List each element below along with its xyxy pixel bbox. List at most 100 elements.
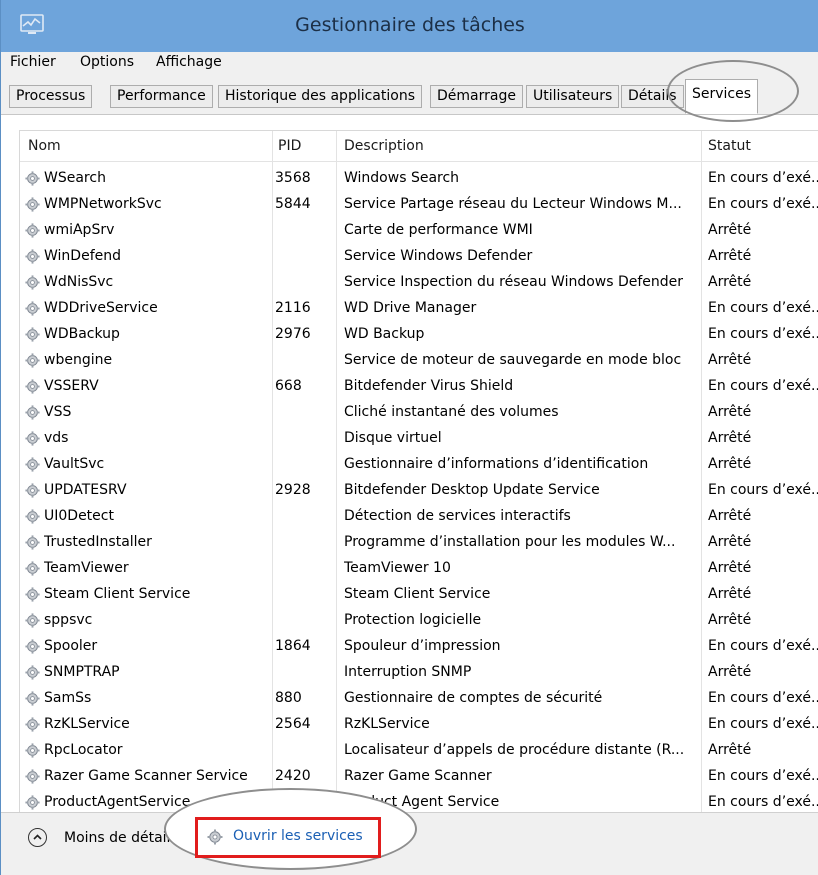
gear-icon [24,456,41,473]
gear-icon [24,352,41,369]
table-row[interactable]: WdNisSvc Service Inspection du réseau Win… [20,270,818,296]
service-name: SNMPTRAP [44,664,120,680]
title-bar[interactable]: Gestionnaire des tâches [1,0,818,52]
service-status: En cours d’exé... [708,482,818,498]
table-row[interactable]: wbengine Service de moteur de sauvegarde … [20,348,818,374]
service-name: Spooler [44,638,98,654]
table-row[interactable]: TrustedInstaller Programme d’installation… [20,530,818,556]
tab-performance[interactable]: Performance [110,85,213,108]
service-status: Arrêté [708,456,752,472]
table-row[interactable]: SamSs 880 Gestionnaire de comptes de sécur… [20,686,818,712]
service-pid: 2564 [275,716,311,732]
service-name: Razer Game Scanner Service [44,768,248,784]
service-name: WinDefend [44,248,121,264]
service-status: Arrêté [708,534,752,550]
tab-services[interactable]: Services [685,79,759,114]
open-services-link[interactable]: Ouvrir les services [195,817,381,858]
service-name: UPDATESRV [44,482,127,498]
gear-icon [24,222,41,239]
service-pid: 2928 [275,482,311,498]
service-status: Arrêté [708,222,752,238]
tab-historique[interactable]: Historique des applications [218,85,422,108]
service-pid: 3568 [275,170,311,186]
table-row[interactable]: UI0Detect Détection de services interacti… [20,504,818,530]
service-description: TeamViewer 10 [344,560,451,576]
table-row[interactable]: VSSERV 668 Bitdefender Virus Shield En cour… [20,374,818,400]
service-description: Localisateur d’appels de procédure dista… [344,742,685,758]
column-header-nom[interactable]: Nom [28,138,61,154]
service-status: En cours d’exé... [708,690,818,706]
service-name: wmiApSrv [44,222,115,238]
gear-icon [24,404,41,421]
fewer-details-label: Moins de détails [64,830,178,846]
table-row[interactable]: Steam Client Service Steam Client Service… [20,582,818,608]
gear-icon [24,378,41,395]
table-row[interactable]: wmiApSrv Carte de performance WMI Arrêté [20,218,818,244]
table-row[interactable]: RpcLocator Localisateur d’appels de procé… [20,738,818,764]
table-row[interactable]: vds Disque virtuel Arrêté [20,426,818,452]
service-pid: 2976 [275,326,311,342]
service-name: RpcLocator [44,742,123,758]
service-status: Arrêté [708,352,752,368]
service-name: TeamViewer [44,560,129,576]
menu-options[interactable]: Options [80,54,134,70]
table-row[interactable]: SNMPTRAP Interruption SNMP Arrêté [20,660,818,686]
tab-bar: Processus Performance Historique des app… [1,74,818,115]
service-name: WSearch [44,170,106,186]
service-status: En cours d’exé... [708,638,818,654]
table-row[interactable]: VaultSvc Gestionnaire d’informations d’id… [20,452,818,478]
menu-affichage[interactable]: Affichage [156,54,222,70]
gear-icon [24,586,41,603]
table-row[interactable]: RzKLService 2564 RzKLService En cours d’exé… [20,712,818,738]
table-row[interactable]: TeamViewer TeamViewer 10 Arrêté [20,556,818,582]
table-row[interactable]: UPDATESRV 2928 Bitdefender Desktop Update … [20,478,818,504]
table-row[interactable]: Spooler 1864 Spouleur d’impression En cours… [20,634,818,660]
table-row[interactable]: WMPNetworkSvc 5844 Service Partage réseau … [20,192,818,218]
gear-icon [24,326,41,343]
service-name: WDDriveService [44,300,158,316]
column-header-statut[interactable]: Statut [708,138,751,154]
service-description: Disque virtuel [344,430,442,446]
service-description: Protection logicielle [344,612,482,628]
service-status: Arrêté [708,560,752,576]
tab-demarrage[interactable]: Démarrage [430,85,523,108]
gear-icon [24,196,41,213]
table-header: Nom PID Description Statut [20,131,818,162]
service-status: Arrêté [708,430,752,446]
service-name: VSSERV [44,378,99,394]
service-status: Arrêté [708,404,752,420]
table-row[interactable]: VSS Cliché instantané des volumes Arrêté [20,400,818,426]
open-services-label: Ouvrir les services [233,828,363,844]
service-pid: 2116 [275,300,311,316]
tab-utilisateurs[interactable]: Utilisateurs [526,85,620,108]
gear-icon [24,482,41,499]
gear-icon [24,430,41,447]
chevron-up-icon [28,828,47,847]
table-row[interactable]: WSearch 3568 Windows Search En cours d’exé.… [20,166,818,192]
service-description: Interruption SNMP [344,664,472,680]
table-row[interactable]: WinDefend Service Windows Defender Arrêté [20,244,818,270]
service-description: WD Drive Manager [344,300,477,316]
table-row[interactable]: ProductAgentService2384Product Agent Ser… [20,790,818,812]
service-name: RzKLService [44,716,130,732]
column-header-pid[interactable]: PID [278,138,301,154]
service-name: WdNisSvc [44,274,114,290]
table-row[interactable]: Razer Game Scanner Service 2420 Razer Game… [20,764,818,790]
table-row[interactable]: WDBackup 2976 WD Backup En cours d’exé... [20,322,818,348]
services-table: Nom PID Description Statut WSearch 3568 Wi… [19,130,818,812]
service-description: Bitdefender Virus Shield [344,378,514,394]
table-row[interactable]: WDDriveService 2116 WD Drive Manager En cou… [20,296,818,322]
service-name: sppsvc [44,612,93,628]
service-name: WDBackup [44,326,120,342]
column-header-description[interactable]: Description [344,138,424,154]
gear-icon [24,170,41,187]
service-description: WD Backup [344,326,425,342]
tab-processus[interactable]: Processus [9,85,93,108]
table-row[interactable]: sppsvc Protection logicielle Arrêté [20,608,818,634]
menu-fichier[interactable]: Fichier [10,54,56,70]
service-description: Windows Search [344,170,460,186]
tab-details[interactable]: Détails [621,85,684,108]
gear-icon [24,742,41,759]
gear-icon [24,534,41,551]
gear-icon [24,690,41,707]
